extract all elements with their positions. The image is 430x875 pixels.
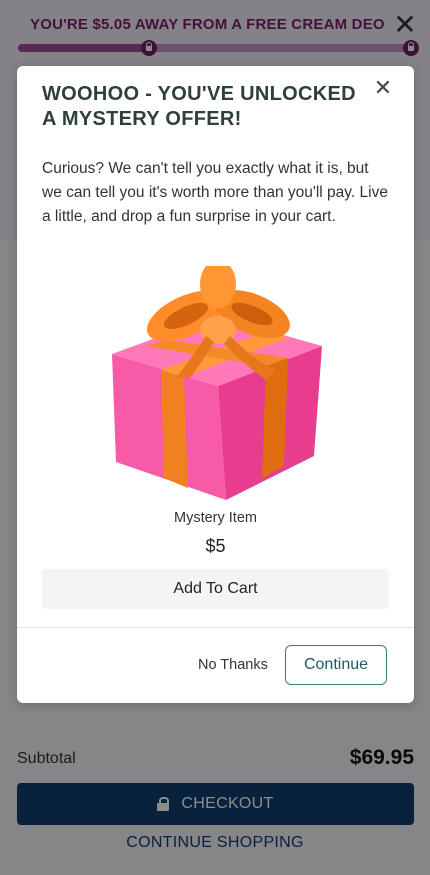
continue-button[interactable]: Continue: [285, 645, 387, 685]
modal-description: Curious? We can't tell you exactly what …: [42, 160, 388, 225]
modal-divider: [17, 627, 414, 628]
item-price: $5: [205, 536, 226, 556]
modal-title: WOOHOO - YOU'VE UNLOCKED A MYSTERY OFFER…: [42, 83, 356, 130]
no-thanks-button[interactable]: No Thanks: [198, 657, 268, 673]
mystery-offer-modal: ✕ WOOHOO - YOU'VE UNLOCKED A MYSTERY OFF…: [17, 66, 414, 703]
close-icon[interactable]: ✕: [373, 77, 393, 99]
add-to-cart-button[interactable]: Add To Cart: [42, 569, 389, 609]
item-name: Mystery Item: [174, 510, 257, 526]
gift-icon: [106, 260, 330, 506]
